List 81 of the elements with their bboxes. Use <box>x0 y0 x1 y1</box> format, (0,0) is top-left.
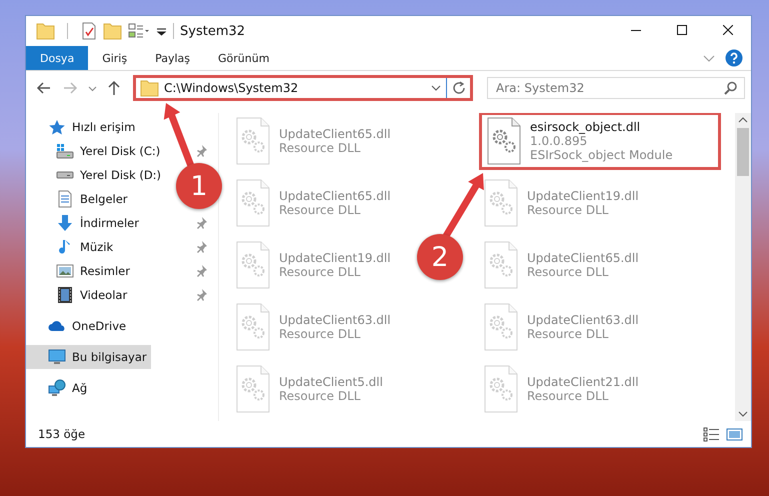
file-name[interactable]: esirsock_object.dll <box>530 120 673 134</box>
file-name[interactable]: UpdateClient5.dll <box>279 375 383 389</box>
address-path: C:\Windows\System32 <box>164 81 298 95</box>
picture-icon <box>56 264 74 278</box>
sidebar-item[interactable]: İndirmeler <box>56 211 143 235</box>
ribbon-tab[interactable]: Görünüm <box>204 46 284 70</box>
help-icon[interactable] <box>725 49 743 67</box>
pin-icon[interactable] <box>196 144 208 158</box>
back-arrow-icon[interactable] <box>36 81 52 95</box>
file-name[interactable]: UpdateClient65.dll <box>279 189 391 203</box>
forward-arrow-icon[interactable] <box>62 81 78 95</box>
file-type: Resource DLL <box>279 265 362 279</box>
window-title: System32 <box>180 24 246 38</box>
close-icon <box>723 25 733 35</box>
file-type: Resource DLL <box>527 327 610 341</box>
view-dropdown-icon[interactable] <box>128 22 150 40</box>
file-type: Resource DLL <box>527 203 610 217</box>
details-view-icon[interactable] <box>703 426 720 442</box>
expand-ribbon-chevron-icon[interactable] <box>703 53 715 63</box>
pin-icon[interactable] <box>196 240 208 254</box>
address-bar[interactable]: C:\Windows\System32 <box>133 75 473 101</box>
ribbon-tab[interactable]: Giriş <box>88 46 142 70</box>
folder-icon <box>140 79 159 97</box>
document-icon <box>56 190 74 208</box>
file-name[interactable]: UpdateClient19.dll <box>279 251 391 265</box>
sidebar-item[interactable]: Ağ <box>48 376 92 400</box>
scroll-up-icon[interactable] <box>737 115 749 125</box>
folder-icon[interactable] <box>36 22 55 40</box>
item-count: 153 öğe <box>38 427 86 441</box>
star-icon <box>48 118 66 136</box>
scroll-down-icon[interactable] <box>737 409 749 419</box>
recent-caret-icon[interactable] <box>88 84 97 92</box>
file-type: Resource DLL <box>279 327 362 341</box>
file-type: Resource DLL <box>279 389 362 403</box>
sidebar-item[interactable]: Belgeler <box>56 187 132 211</box>
drive-icon <box>56 171 74 179</box>
video-icon <box>56 286 74 304</box>
gear-file-icon[interactable] <box>486 117 522 165</box>
sidebar-item[interactable]: Müzik <box>56 235 118 259</box>
sidebar-item[interactable]: Resimler <box>56 259 134 283</box>
maximize-icon <box>677 25 687 35</box>
refresh-icon[interactable] <box>452 81 466 95</box>
address-dropdown-icon[interactable] <box>431 84 441 92</box>
pin-icon[interactable] <box>196 288 208 302</box>
file-type: ESIrSock_object Module <box>530 148 673 162</box>
sidebar-item[interactable]: Yerel Disk (C:) <box>56 139 164 163</box>
file-name[interactable]: UpdateClient63.dll <box>527 313 639 327</box>
file-type: Resource DLL <box>527 265 610 279</box>
file-version: 1.0.0.895 <box>530 134 588 148</box>
up-arrow-icon[interactable] <box>107 80 121 96</box>
file-name[interactable]: UpdateClient19.dll <box>527 189 639 203</box>
file-type: Resource DLL <box>279 141 362 155</box>
computer-icon <box>48 349 66 365</box>
file-type: Resource DLL <box>527 389 610 403</box>
file-name[interactable]: UpdateClient65.dll <box>527 251 639 265</box>
properties-icon[interactable] <box>80 22 97 40</box>
network-icon <box>48 379 66 397</box>
pin-icon[interactable] <box>196 216 208 230</box>
pin-icon[interactable] <box>196 264 208 278</box>
sidebar-item[interactable]: Videolar <box>56 283 132 307</box>
new-folder-icon[interactable] <box>103 22 122 40</box>
ribbon-tab[interactable]: Paylaş <box>141 46 204 70</box>
file-name[interactable]: UpdateClient21.dll <box>527 375 639 389</box>
ribbon-tab[interactable]: Dosya <box>26 46 88 70</box>
drive-windows-icon <box>56 143 74 159</box>
sidebar-item[interactable]: Hızlı erişim <box>48 115 140 139</box>
file-type: Resource DLL <box>279 203 362 217</box>
cloud-icon <box>48 320 66 332</box>
sidebar-item[interactable]: Yerel Disk (D:) <box>56 163 166 187</box>
search-icon <box>724 81 738 95</box>
file-name[interactable]: UpdateClient65.dll <box>279 127 391 141</box>
annotation-arrow <box>164 103 194 168</box>
search-field[interactable]: Ara: System32 <box>487 77 745 99</box>
large-icons-view-icon[interactable] <box>726 426 743 442</box>
file-name[interactable]: UpdateClient63.dll <box>279 313 391 327</box>
download-icon <box>56 214 74 232</box>
sidebar-item[interactable]: OneDrive <box>48 314 130 338</box>
sidebar-item[interactable]: Bu bilgisayar <box>26 345 151 369</box>
annotation-arrow <box>443 173 484 238</box>
scroll-thumb[interactable] <box>737 128 749 176</box>
scrollbar[interactable] <box>735 113 751 421</box>
